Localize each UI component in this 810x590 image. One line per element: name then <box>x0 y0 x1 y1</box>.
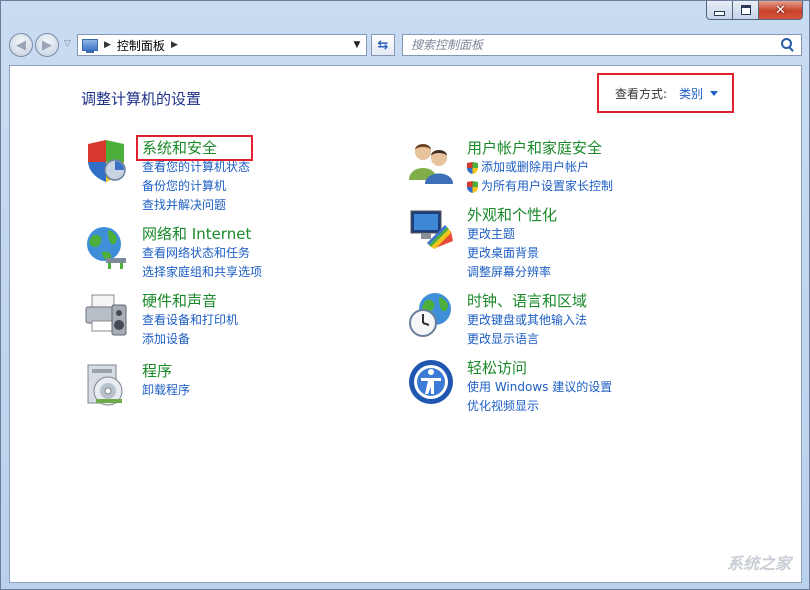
minimize-button[interactable] <box>706 1 733 20</box>
link-optimize-video-display[interactable]: 优化视频显示 <box>467 397 612 416</box>
caption-buttons: ✕ <box>706 1 803 20</box>
breadcrumb-separator-icon[interactable]: ▶ <box>171 40 178 50</box>
category-title-network-internet[interactable]: 网络和 Internet <box>142 224 262 244</box>
link-change-display-language[interactable]: 更改显示语言 <box>467 330 587 349</box>
forward-button[interactable]: ▶ <box>35 33 59 57</box>
category-title-system-security[interactable]: 系统和安全 <box>135 135 254 161</box>
link-change-background[interactable]: 更改桌面背景 <box>467 244 557 263</box>
view-by-value[interactable]: 类别 <box>679 85 703 102</box>
search-input[interactable] <box>403 35 779 55</box>
address-dropdown-icon[interactable]: ▼ <box>348 35 366 55</box>
navigation-bar: ◀ ▶ ▽ ▶ 控制面板 ▶ ▼ ⇆ <box>9 31 803 61</box>
uac-shield-icon <box>467 180 478 193</box>
view-by-selector[interactable]: 查看方式: 类别 <box>597 73 734 113</box>
maximize-button[interactable] <box>733 1 759 20</box>
programs-disc-icon <box>87 364 123 406</box>
link-uninstall-program[interactable]: 卸载程序 <box>142 381 190 400</box>
ease-of-access-icon <box>409 360 453 404</box>
control-panel-window: ✕ ◀ ▶ ▽ ▶ 控制面板 ▶ ▼ ⇆ 调整计算机的设置 查看方式: 类别 <box>0 0 810 590</box>
link-view-network-status[interactable]: 查看网络状态和任务 <box>142 244 262 263</box>
link-add-remove-accounts-label[interactable]: 添加或删除用户帐户 <box>481 158 589 177</box>
category-title-hardware-sound[interactable]: 硬件和声音 <box>142 291 238 311</box>
link-find-fix-problems[interactable]: 查找并解决问题 <box>142 196 250 215</box>
category-title-appearance[interactable]: 外观和个性化 <box>467 205 557 225</box>
users-icon <box>409 144 453 184</box>
page-title: 调整计算机的设置 <box>81 90 202 108</box>
link-parental-controls[interactable]: 为所有用户设置家长控制 <box>467 177 613 196</box>
category-title-ease-of-access[interactable]: 轻松访问 <box>467 358 612 378</box>
printer-speaker-icon <box>85 294 127 336</box>
link-windows-suggested-settings[interactable]: 使用 Windows 建议的设置 <box>467 378 612 397</box>
back-button[interactable]: ◀ <box>9 33 33 57</box>
view-by-label: 查看方式: <box>615 86 668 101</box>
close-icon: ✕ <box>775 2 786 18</box>
link-backup-computer[interactable]: 备份您的计算机 <box>142 177 250 196</box>
control-panel-icon <box>82 39 98 53</box>
uac-shield-icon <box>467 161 478 174</box>
link-add-device[interactable]: 添加设备 <box>142 330 238 349</box>
category-title-clock-language[interactable]: 时钟、语言和区域 <box>467 291 587 311</box>
breadcrumb-control-panel[interactable]: 控制面板 <box>117 37 165 54</box>
category-title-programs[interactable]: 程序 <box>142 361 190 381</box>
address-bar[interactable]: ▶ 控制面板 ▶ ▼ <box>77 34 367 56</box>
link-change-theme[interactable]: 更改主题 <box>467 225 557 244</box>
link-change-input-method[interactable]: 更改键盘或其他输入法 <box>467 311 587 330</box>
link-parental-controls-label[interactable]: 为所有用户设置家长控制 <box>481 177 613 196</box>
content-pane: 调整计算机的设置 查看方式: 类别 系统和安全 查看您的计算机状态 备份您的计算… <box>9 65 802 583</box>
link-add-remove-accounts[interactable]: 添加或删除用户帐户 <box>467 158 613 177</box>
back-arrow-icon: ◀ <box>16 37 26 53</box>
network-globe-icon <box>87 227 126 269</box>
minimize-icon <box>714 10 725 16</box>
refresh-button[interactable]: ⇆ <box>371 34 395 56</box>
close-button[interactable]: ✕ <box>759 1 803 20</box>
forward-arrow-icon: ▶ <box>42 37 52 53</box>
search-icon[interactable] <box>779 37 795 53</box>
watermark-logo: 系统之家 <box>726 554 791 573</box>
search-box[interactable] <box>402 34 802 56</box>
link-homegroup-sharing[interactable]: 选择家庭组和共享选项 <box>142 263 262 282</box>
category-title-user-accounts[interactable]: 用户帐户和家庭安全 <box>467 138 613 158</box>
link-screen-resolution[interactable]: 调整屏幕分辨率 <box>467 263 557 282</box>
recent-pages-chevron-icon[interactable]: ▽ <box>64 39 71 49</box>
shield-icon <box>88 140 126 182</box>
maximize-icon <box>740 5 751 15</box>
breadcrumb-separator-icon[interactable]: ▶ <box>104 40 111 50</box>
link-view-devices-printers[interactable]: 查看设备和打印机 <box>142 311 238 330</box>
clock-globe-icon <box>409 293 451 337</box>
monitor-palette-icon <box>410 210 453 249</box>
chevron-down-icon[interactable] <box>710 90 719 96</box>
link-view-computer-status[interactable]: 查看您的计算机状态 <box>142 158 250 177</box>
refresh-icon: ⇆ <box>377 37 389 53</box>
